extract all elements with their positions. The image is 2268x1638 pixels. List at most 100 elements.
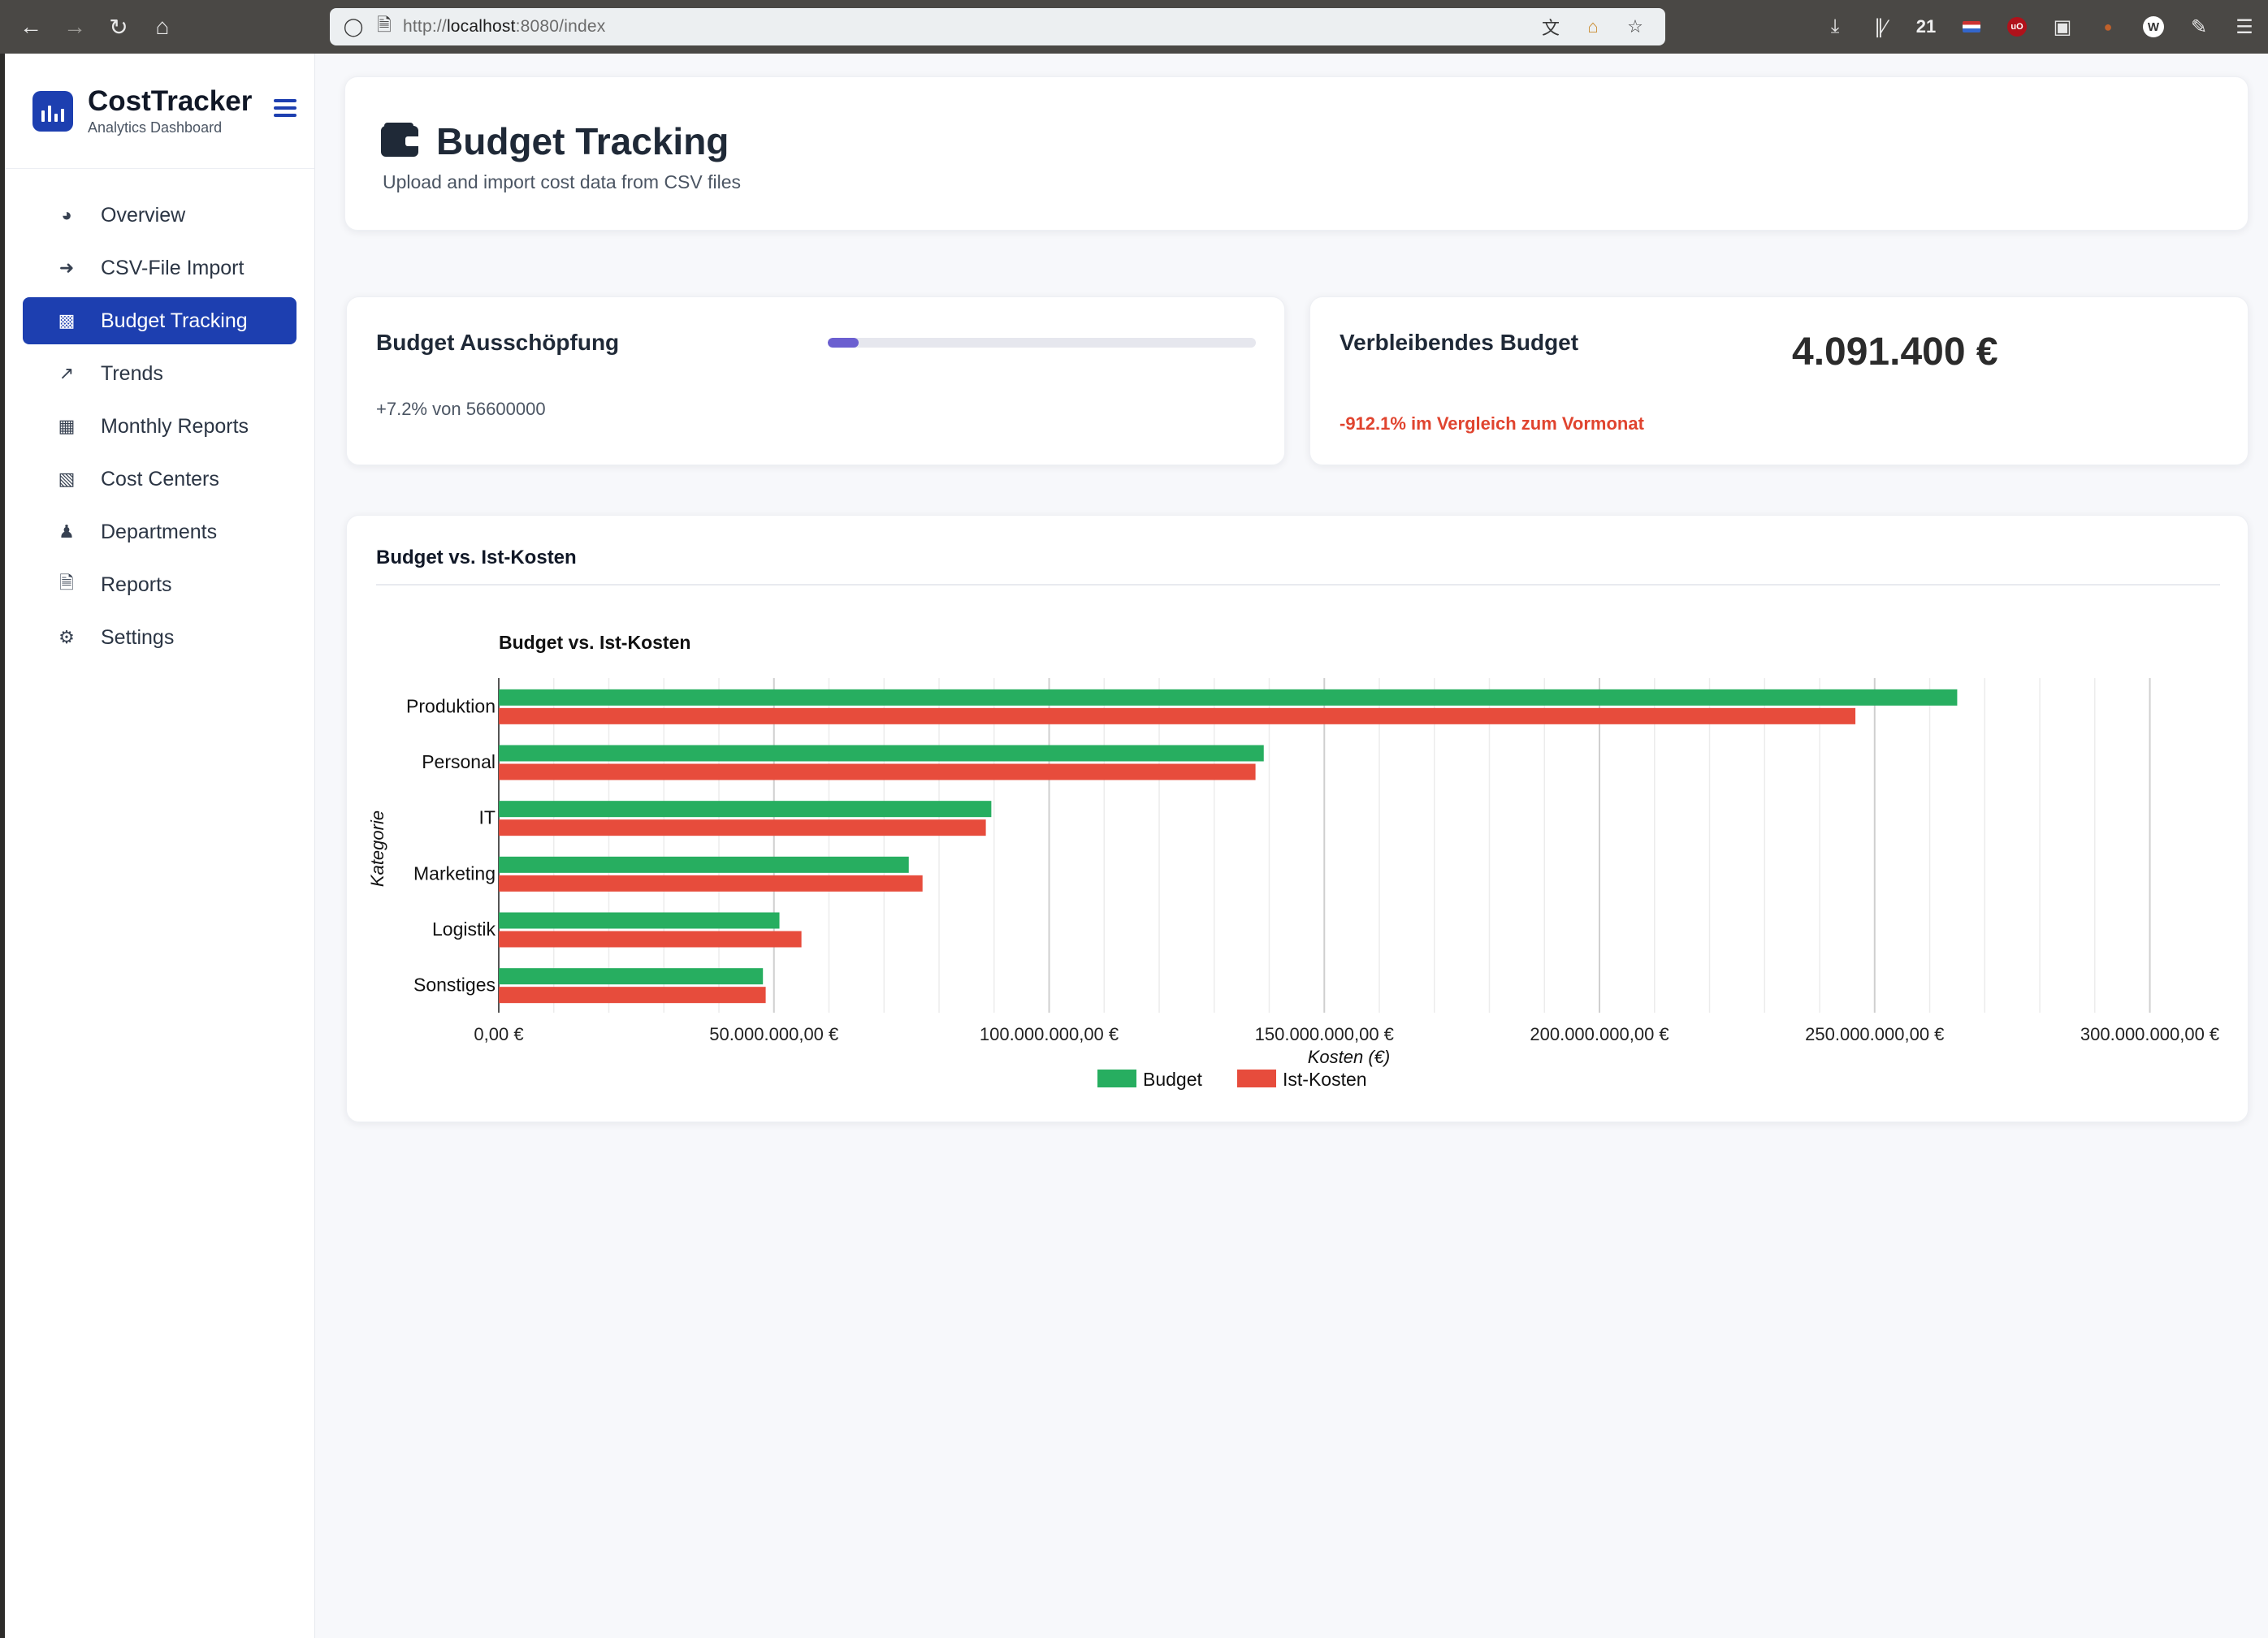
menu-icon[interactable]: ☰ — [2229, 11, 2260, 42]
utilization-progress-fill — [828, 338, 859, 348]
x-tick-label: 150.000.000,00 € — [1255, 1024, 1394, 1044]
sidebar-item-settings[interactable]: ⚙ Settings — [23, 614, 296, 661]
trend-icon: ↗ — [58, 363, 75, 383]
bar-ist-kosten-it — [499, 819, 986, 836]
bar-budget-it — [499, 801, 992, 818]
wallet-icon: ▩ — [58, 310, 76, 331]
x-tick-label: 250.000.000,00 € — [1805, 1024, 1944, 1044]
sidebar-item-monthly-reports[interactable]: ▦ Monthly Reports — [23, 403, 296, 450]
sidebar-nav: ◕ Overview ➜ CSV-File Import ▩ Budget Tr… — [5, 169, 314, 661]
x-tick-label: 300.000.000,00 € — [2080, 1024, 2219, 1044]
ublock-icon[interactable]: uO — [2002, 11, 2032, 42]
brand-text: CostTracker Analytics Dashboard — [88, 85, 252, 136]
wallet-icon — [381, 123, 418, 157]
page-icon: 🗎 — [377, 15, 392, 35]
url-host: localhost — [446, 17, 516, 36]
sidebar: CostTracker Analytics Dashboard ◕ Overvi… — [5, 54, 315, 1638]
gear-icon: ⚙ — [58, 627, 75, 647]
y-tick-label: Logistik — [432, 918, 496, 940]
bar-ist-kosten-sonstiges — [499, 987, 766, 1004]
y-tick-label: Personal — [422, 751, 496, 772]
sidebar-item-budget-tracking[interactable]: ▩ Budget Tracking — [23, 297, 296, 344]
building-icon: ▧ — [58, 469, 76, 489]
forward-icon[interactable]: → — [57, 9, 93, 45]
x-tick-label: 50.000.000,00 € — [709, 1024, 838, 1044]
home-icon[interactable]: ⌂ — [145, 9, 180, 45]
brand: CostTracker Analytics Dashboard — [5, 54, 314, 169]
fox-extension-icon[interactable]: ● — [2093, 11, 2123, 42]
url-text[interactable]: http://localhost:8080/index — [403, 17, 605, 37]
sidebar-item-label: Monthly Reports — [101, 414, 249, 438]
back-icon[interactable]: ← — [13, 9, 49, 45]
bookmark-star-icon[interactable]: ☆ — [1623, 15, 1647, 39]
sidebar-item-departments[interactable]: ♟ Departments — [23, 508, 296, 555]
legend-label-ist-kosten: Ist-Kosten — [1283, 1069, 1367, 1090]
remaining-value: 4.091.400 € — [1792, 331, 1998, 374]
url-prefix: http:// — [403, 17, 447, 36]
w-extension-icon[interactable]: W — [2138, 11, 2169, 42]
x-tick-label: 100.000.000,00 € — [980, 1024, 1119, 1044]
x-tick-label: 0,00 € — [474, 1024, 523, 1044]
sidebar-item-cost-centers[interactable]: ▧ Cost Centers — [23, 456, 296, 503]
x-axis-label: Kosten (€) — [1308, 1047, 1391, 1067]
page-subtitle: Upload and import cost data from CSV fil… — [383, 171, 742, 192]
brand-subtitle: Analytics Dashboard — [88, 119, 223, 136]
url-actions: 文 ⌂ ☆ — [1539, 15, 1654, 39]
remaining-title: Verbleibendes Budget — [1340, 330, 1579, 355]
x-tick-label: 200.000.000,00 € — [1530, 1024, 1669, 1044]
file-import-icon: ➜ — [58, 257, 75, 278]
calendar-icon: ▦ — [58, 416, 76, 436]
budget-utilization-card: Budget Ausschöpfung +7.2% von 56600000 — [346, 296, 1285, 465]
sidebar-item-label: Settings — [101, 625, 175, 649]
browser-toolbar: ← → ↻ ⌂ ◯ 🗎 http://localhost:8080/index … — [0, 0, 2268, 54]
users-icon: ♟ — [58, 521, 75, 542]
bar-budget-personal — [499, 745, 1264, 762]
sidebar-item-csv-import[interactable]: ➜ CSV-File Import — [23, 244, 296, 292]
page-header: Budget Tracking Upload and import cost d… — [344, 76, 2249, 231]
bar-budget-logistik — [499, 912, 780, 929]
budget-vs-actual-card: Budget vs. Ist-Kosten Budget vs. Ist-Kos… — [346, 515, 2249, 1122]
address-bar[interactable]: ◯ 🗎 http://localhost:8080/index 文 ⌂ ☆ — [330, 8, 1665, 45]
y-tick-label: Produktion — [406, 695, 496, 716]
url-rest: :8080/index — [515, 17, 606, 36]
w-extension-label: W — [2143, 16, 2164, 37]
sidebar-item-overview[interactable]: ◕ Overview — [23, 192, 296, 239]
library-icon[interactable]: ∥∕ — [1865, 11, 1896, 42]
flag-extension-icon[interactable] — [1956, 11, 1987, 42]
legend-label-budget: Budget — [1143, 1069, 1203, 1090]
bar-budget-marketing — [499, 856, 909, 873]
page-title-row: Budget Tracking — [381, 119, 729, 163]
utilization-title: Budget Ausschöpfung — [376, 330, 620, 355]
sidebar-item-label: CSV-File Import — [101, 256, 245, 279]
bar-ist-kosten-logistik — [499, 931, 802, 948]
brand-title: CostTracker — [88, 85, 253, 117]
hamburger-menu-icon[interactable] — [274, 99, 296, 117]
y-tick-label: Sonstiges — [413, 975, 496, 996]
bar-ist-kosten-personal — [499, 763, 1256, 780]
ublock-label: uO — [2007, 17, 2027, 37]
sidebar-item-label: Overview — [101, 203, 186, 227]
shield-icon[interactable]: ◯ — [341, 15, 366, 39]
sidebar-item-label: Cost Centers — [101, 467, 219, 491]
chart-logo-icon — [32, 90, 73, 132]
y-tick-label: IT — [479, 807, 496, 828]
bar-budget-sonstiges — [499, 968, 764, 985]
legend-swatch-budget — [1097, 1070, 1136, 1087]
bar-ist-kosten-produktion — [499, 707, 1856, 724]
bar-budget-produktion — [499, 689, 1958, 706]
sidebar-item-trends[interactable]: ↗ Trends — [23, 350, 296, 397]
house-extension-icon[interactable]: ⌂ — [1581, 15, 1605, 39]
browser-extensions: ⤓ ∥∕ 21 uO ▣ ● W ✎ ☰ — [1820, 8, 2260, 45]
gauge-icon: ◕ — [61, 205, 72, 225]
reload-icon[interactable]: ↻ — [101, 9, 136, 45]
container-icon[interactable]: ▣ — [2047, 11, 2078, 42]
extensions-icon[interactable]: ✎ — [2184, 11, 2214, 42]
remaining-delta: -912.1% im Vergleich zum Vormonat — [1340, 413, 1644, 434]
download-icon[interactable]: ⤓ — [1820, 11, 1850, 42]
sidebar-item-reports[interactable]: 🗎 Reports — [23, 561, 296, 608]
translate-icon[interactable]: 文 — [1539, 15, 1563, 39]
extension-count[interactable]: 21 — [1911, 11, 1941, 42]
sidebar-item-label: Reports — [101, 573, 172, 596]
bar-ist-kosten-marketing — [499, 875, 923, 892]
utilization-subtext: +7.2% von 56600000 — [376, 399, 546, 419]
